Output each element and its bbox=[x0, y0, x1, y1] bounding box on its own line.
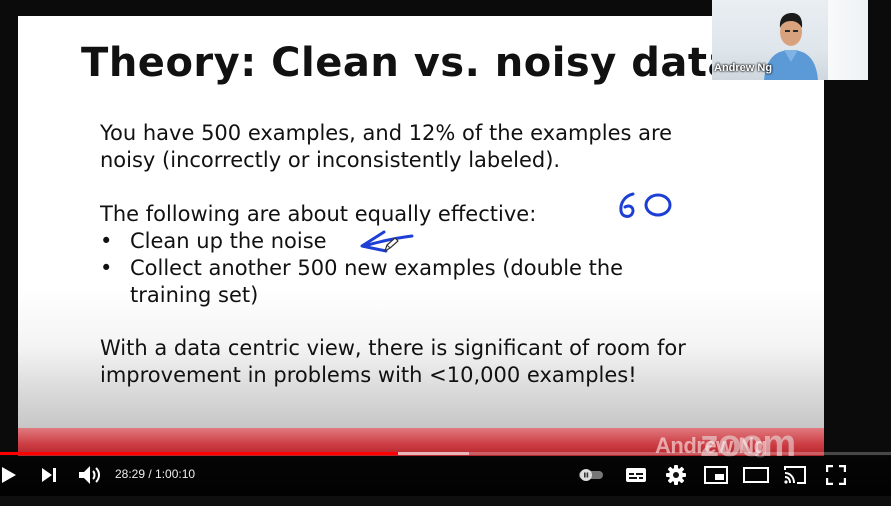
handwritten-note-text: 60 bbox=[616, 220, 618, 222]
slide-lead-text: The following are about equally effectiv… bbox=[100, 202, 537, 226]
progress-bar[interactable] bbox=[0, 452, 891, 455]
bullet-item: Collect another 500 new examples (double… bbox=[100, 255, 690, 309]
webcam-window-background bbox=[828, 0, 868, 80]
page-bottom-strip bbox=[0, 496, 891, 506]
progress-played bbox=[0, 452, 399, 455]
fullscreen-button[interactable] bbox=[823, 462, 849, 488]
bullet-2-line-2: training set) bbox=[130, 283, 259, 307]
theater-icon bbox=[743, 467, 769, 483]
paragraph-1-line-1: You have 500 examples, and 12% of the ex… bbox=[100, 121, 673, 145]
settings-button[interactable] bbox=[663, 462, 689, 488]
slide-paragraph-3: With a data centric view, there is signi… bbox=[100, 335, 686, 389]
volume-button[interactable] bbox=[76, 462, 104, 488]
webcam-name-label: Andrew Ng bbox=[714, 62, 773, 74]
slide: Theory: Clean vs. noisy data You have 50… bbox=[18, 16, 824, 456]
autoplay-toggle[interactable] bbox=[575, 462, 607, 488]
fullscreen-icon bbox=[826, 465, 846, 485]
play-icon bbox=[2, 467, 16, 483]
handwritten-digit-six bbox=[619, 192, 635, 218]
bullet-1-text: Clean up the noise bbox=[130, 229, 327, 253]
subtitles-button[interactable] bbox=[623, 462, 649, 488]
handwritten-digit-zero bbox=[644, 193, 672, 217]
volume-icon bbox=[79, 466, 100, 484]
next-button[interactable] bbox=[38, 462, 60, 488]
video-player[interactable]: Theory: Clean vs. noisy data You have 50… bbox=[0, 0, 891, 506]
cast-icon bbox=[784, 466, 806, 484]
pen-cursor-icon bbox=[384, 237, 399, 252]
paragraph-3-line-1: With a data centric view, there is signi… bbox=[100, 336, 686, 360]
autoplay-toggle-icon bbox=[579, 469, 603, 481]
theater-mode-button[interactable] bbox=[741, 462, 771, 488]
settings-icon bbox=[666, 465, 686, 485]
presenter-avatar bbox=[764, 13, 818, 80]
miniplayer-button[interactable] bbox=[702, 462, 730, 488]
webcam-thumbnail: Andrew Ng bbox=[712, 0, 868, 80]
time-display: 28:29 / 1:00:10 bbox=[115, 467, 196, 481]
slide-title: Theory: Clean vs. noisy data bbox=[81, 40, 735, 86]
subtitles-icon bbox=[626, 468, 646, 482]
bullet-2-line-1: Collect another 500 new examples (double… bbox=[130, 256, 624, 280]
player-controls: 28:29 / 1:00:10 bbox=[0, 456, 891, 496]
paragraph-1-line-2: noisy (incorrectly or inconsistently lab… bbox=[100, 148, 561, 172]
cast-button[interactable] bbox=[781, 462, 809, 488]
next-icon bbox=[42, 468, 56, 482]
handwritten-note: 60 bbox=[616, 192, 672, 222]
slide-paragraph-1: You have 500 examples, and 12% of the ex… bbox=[100, 120, 672, 174]
play-button[interactable] bbox=[0, 462, 20, 488]
miniplayer-icon bbox=[704, 466, 728, 484]
paragraph-3-line-2: improvement in problems with <10,000 exa… bbox=[100, 363, 637, 387]
